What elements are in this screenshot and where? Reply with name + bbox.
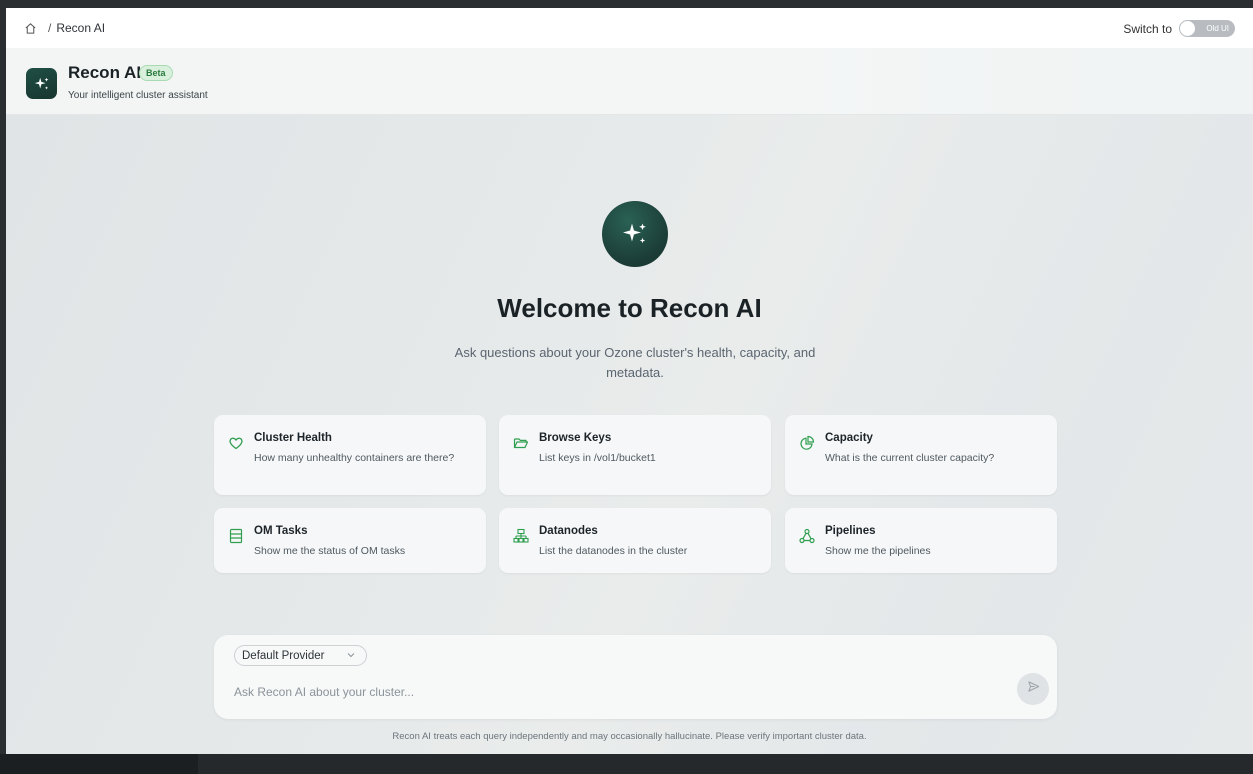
page-header: Recon AI Beta Your intelligent cluster a…	[6, 48, 1253, 115]
welcome-tagline: Ask questions about your Ozone cluster's…	[454, 345, 816, 380]
chat-input[interactable]	[234, 682, 994, 702]
breadcrumb-separator: /	[48, 21, 52, 35]
suggestion-title: Pipelines	[825, 525, 876, 537]
suggestion-capacity[interactable]: Capacity What is the current cluster cap…	[785, 415, 1057, 495]
sparkles-icon	[602, 201, 668, 267]
chevron-down-icon	[346, 650, 356, 660]
suggestion-cluster-health[interactable]: Cluster Health How many unhealthy contai…	[214, 415, 486, 495]
old-ui-toggle[interactable]: Old UI	[1179, 20, 1235, 37]
disclaimer-text: Recon AI treats each query independently…	[392, 731, 867, 742]
suggestion-om-tasks[interactable]: OM Tasks Show me the status of OM tasks	[214, 508, 486, 573]
breadcrumb-current: Recon AI	[56, 21, 106, 35]
suggestion-title: Browse Keys	[539, 432, 612, 444]
folder-icon	[513, 435, 529, 451]
suggestion-pipelines[interactable]: Pipelines Show me the pipelines	[785, 508, 1057, 573]
page-subtitle: Your intelligent cluster assistant	[68, 90, 208, 101]
suggestion-description: Show me the pipelines	[825, 545, 931, 557]
suggestion-title: Datanodes	[539, 525, 598, 537]
pie-chart-icon	[799, 435, 815, 451]
network-icon	[513, 528, 529, 544]
suggestion-title: OM Tasks	[254, 525, 308, 537]
suggestion-description: How many unhealthy containers are there?	[254, 452, 455, 464]
send-icon	[1027, 680, 1040, 698]
toggle-knob	[1180, 21, 1195, 36]
suggestion-title: Capacity	[825, 432, 873, 444]
background-window-sidebar	[0, 754, 198, 774]
provider-label: Default Provider	[242, 649, 325, 662]
home-icon[interactable]	[24, 22, 37, 35]
sparkles-icon	[26, 68, 57, 99]
suggestion-title: Cluster Health	[254, 432, 332, 444]
suggestion-description: Show me the status of OM tasks	[254, 545, 406, 557]
page-title: Recon AI	[68, 63, 142, 82]
workflow-icon	[799, 528, 815, 544]
ui-switch: Switch to Old UI	[1123, 20, 1235, 37]
beta-badge: Beta	[139, 65, 173, 81]
top-bar: / Recon AI Switch to Old UI	[6, 8, 1253, 48]
suggestion-description: What is the current cluster capacity?	[825, 452, 995, 464]
welcome-title: Welcome to Recon AI	[497, 293, 762, 323]
chat-area: Welcome to Recon AI Ask questions about …	[6, 115, 1253, 754]
toggle-label: Old UI	[1206, 24, 1229, 33]
provider-select[interactable]: Default Provider	[234, 645, 367, 666]
send-button[interactable]	[1017, 673, 1049, 705]
suggestion-datanodes[interactable]: Datanodes List the datanodes in the clus…	[499, 508, 771, 573]
list-icon	[228, 528, 244, 544]
chat-composer: Default Provider	[214, 635, 1057, 719]
suggestion-description: List keys in /vol1/bucket1	[539, 452, 656, 464]
switch-label: Switch to	[1123, 21, 1172, 36]
app-window: / Recon AI Switch to Old UI Recon AI Bet…	[6, 8, 1253, 754]
suggestion-browse-keys[interactable]: Browse Keys List keys in /vol1/bucket1	[499, 415, 771, 495]
suggestion-description: List the datanodes in the cluster	[539, 545, 688, 557]
heart-icon	[228, 435, 244, 451]
